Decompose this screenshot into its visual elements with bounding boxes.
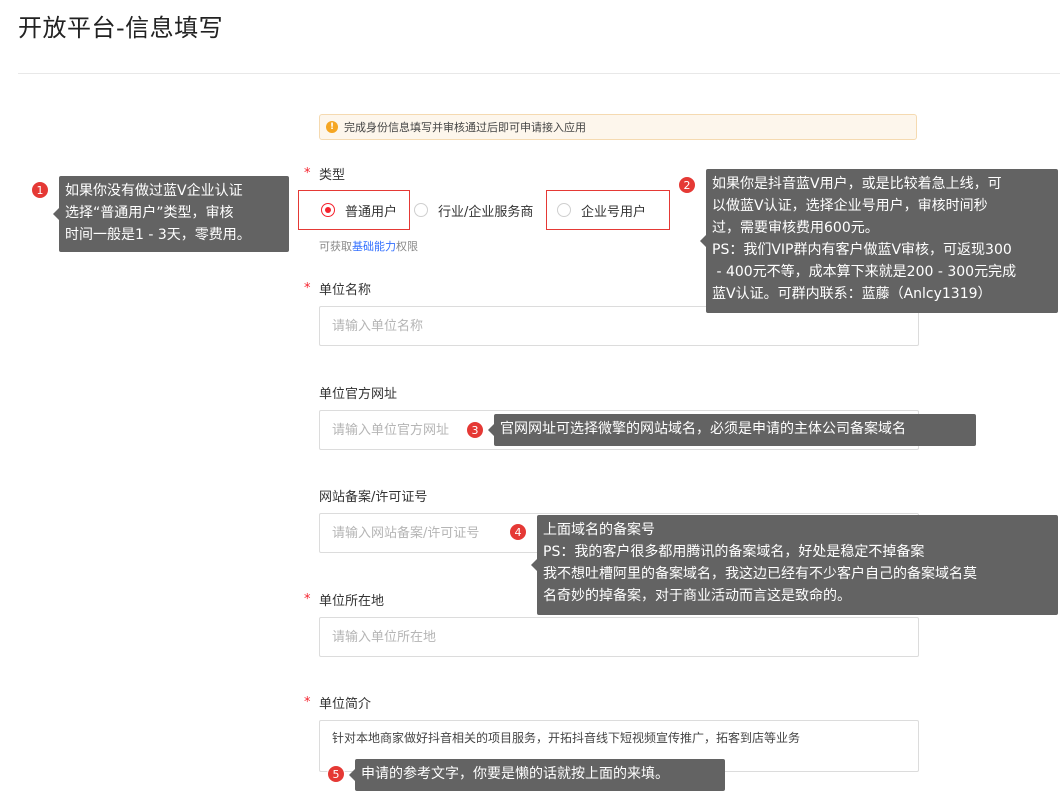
type-hint: 可获取基础能力权限 bbox=[319, 238, 418, 254]
annotation-callout-1: 如果你没有做过蓝V企业认证 选择“普通用户”类型，审核 时间一般是1 - 3天，… bbox=[53, 176, 289, 252]
annotation-badge-4: 4 bbox=[509, 523, 527, 541]
org-name-label: 单位名称 bbox=[319, 283, 372, 298]
radio-checked-icon bbox=[321, 203, 335, 217]
radio-label: 行业/企业服务商 bbox=[438, 204, 534, 220]
radio-normal-user[interactable]: 普通用户 bbox=[298, 190, 410, 230]
warning-icon: ! bbox=[326, 121, 338, 133]
annotation-badge-5: 5 bbox=[327, 765, 345, 783]
radio-unchecked-icon bbox=[414, 203, 428, 217]
required-mark: * bbox=[304, 592, 311, 607]
radio-label: 企业号用户 bbox=[581, 204, 647, 220]
annotation-callout-3: 官网网址可选择微擎的网站域名，必须是申请的主体公司备案域名 bbox=[488, 414, 976, 446]
required-mark: * bbox=[304, 166, 311, 181]
required-mark: * bbox=[304, 281, 311, 296]
type-label: 类型 bbox=[319, 168, 346, 183]
required-mark: * bbox=[304, 695, 311, 710]
location-label: 单位所在地 bbox=[319, 594, 385, 609]
intro-label: 单位简介 bbox=[319, 697, 372, 712]
annotation-badge-3: 3 bbox=[466, 421, 484, 439]
title-divider bbox=[18, 73, 1060, 74]
website-label: 单位官方网址 bbox=[319, 387, 398, 402]
notice-bar: ! 完成身份信息填写并审核通过后即可申请接入应用 bbox=[319, 114, 917, 140]
page-title: 开放平台-信息填写 bbox=[18, 14, 224, 42]
type-radio-group: 普通用户 行业/企业服务商 企业号用户 bbox=[298, 190, 678, 230]
hint-suffix: 权限 bbox=[396, 240, 418, 253]
radio-industry-provider[interactable]: 行业/企业服务商 bbox=[414, 190, 548, 230]
location-input[interactable] bbox=[319, 617, 919, 657]
hint-prefix: 可获取 bbox=[319, 240, 352, 253]
radio-label: 普通用户 bbox=[345, 204, 398, 220]
radio-enterprise-user[interactable]: 企业号用户 bbox=[546, 190, 670, 230]
basic-ability-link[interactable]: 基础能力 bbox=[352, 240, 396, 253]
radio-unchecked-icon bbox=[557, 203, 571, 217]
annotation-callout-2: 如果你是抖音蓝V用户，或是比较着急上线，可 以做蓝V认证，选择企业号用户，审核时… bbox=[700, 169, 1058, 313]
annotation-callout-4: 上面域名的备案号 PS：我的客户很多都用腾讯的备案域名，好处是稳定不掉备案 我不… bbox=[531, 515, 1058, 615]
annotation-badge-2: 2 bbox=[678, 176, 696, 194]
annotation-badge-1: 1 bbox=[31, 181, 49, 199]
icp-label: 网站备案/许可证号 bbox=[319, 490, 428, 505]
notice-text: 完成身份信息填写并审核通过后即可申请接入应用 bbox=[344, 121, 586, 134]
annotation-callout-5: 申请的参考文字，你要是懒的话就按上面的来填。 bbox=[349, 759, 725, 791]
